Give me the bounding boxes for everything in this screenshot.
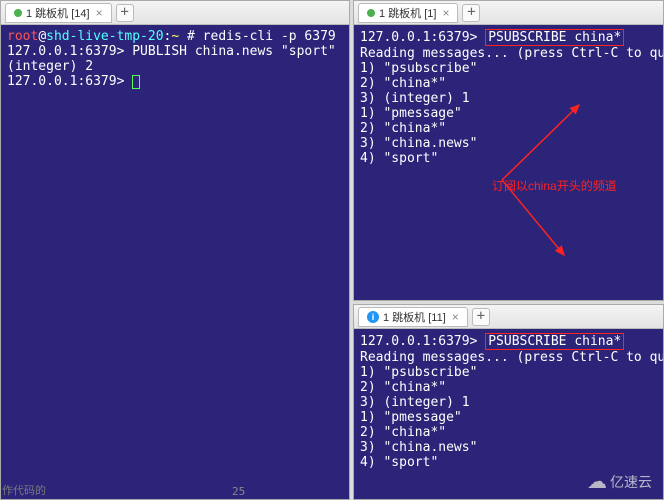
annotation-text: 订阅以china开头的频道 [492,179,617,194]
output-line: 1) "pmessage" [360,410,462,425]
terminal-left[interactable]: root@shd-live-tmp-20:~ # redis-cli -p 63… [1,25,349,499]
output-line: (integer) 2 [7,59,93,74]
footer-text: 作代码的 [2,482,46,498]
highlighted-command: PSUBSCRIBE china* [485,333,624,350]
status-dot-icon [14,9,22,17]
output-line: Reading messages... (press Ctrl-C to qui… [360,46,663,61]
tab-left[interactable]: 1 跳板机 [14] × [5,3,112,23]
redis-prompt: 127.0.0.1:6379> [360,334,485,349]
tab-right-bottom[interactable]: i 1 跳板机 [11] × [358,307,468,327]
close-icon[interactable]: × [442,6,449,20]
footer-number: 25 [232,485,245,498]
output-line: 2) "china*" [360,76,446,91]
output-line: 3) "china.news" [360,136,477,151]
tab-bar-right-top: 1 跳板机 [1] × + [354,1,663,25]
prompt-at: @ [38,29,46,44]
tab-bar-left: 1 跳板机 [14] × + [1,1,349,25]
terminal-pane-right-top: 1 跳板机 [1] × + 127.0.0.1:6379> PSUBSCRIBE… [353,0,664,301]
output-line: 127.0.0.1:6379> PUBLISH china.news "spor… [7,44,336,59]
highlighted-command: PSUBSCRIBE china* [485,29,624,46]
close-icon[interactable]: × [452,310,459,324]
cursor-icon [132,75,140,89]
watermark: ☁ 亿速云 [587,469,652,494]
tab-title: 1 跳板机 [1] [379,5,436,21]
output-line: 3) (integer) 1 [360,395,470,410]
prompt-user: root [7,29,38,44]
output-line: 4) "sport" [360,151,438,166]
redis-prompt: 127.0.0.1:6379> [360,30,485,45]
tab-right-top[interactable]: 1 跳板机 [1] × [358,3,458,23]
prompt-host: shd-live-tmp-20 [46,29,163,44]
output-line: 1) "pmessage" [360,106,462,121]
add-tab-button[interactable]: + [116,4,134,22]
cloud-icon: ☁ [587,469,607,494]
cmd-text: # redis-cli -p 6379 [179,29,336,44]
output-line: 2) "china*" [360,121,446,136]
output-line: 3) "china.news" [360,440,477,455]
terminal-right-top[interactable]: 127.0.0.1:6379> PSUBSCRIBE china* Readin… [354,25,663,300]
tab-title: 1 跳板机 [14] [26,5,90,21]
tab-title: 1 跳板机 [11] [383,309,446,325]
output-line: Reading messages... (press Ctrl-C to qui… [360,350,663,365]
output-line: 1) "psubscribe" [360,365,477,380]
terminal-pane-left: 1 跳板机 [14] × + root@shd-live-tmp-20:~ # … [0,0,350,500]
output-line: 4) "sport" [360,455,438,470]
output-line: 1) "psubscribe" [360,61,477,76]
redis-prompt: 127.0.0.1:6379> [7,74,132,89]
info-dot-icon: i [367,311,379,323]
output-line: 3) (integer) 1 [360,91,470,106]
output-line: 2) "china*" [360,380,446,395]
add-tab-button[interactable]: + [462,4,480,22]
watermark-text: 亿速云 [610,472,652,492]
status-dot-icon [367,9,375,17]
add-tab-button[interactable]: + [472,308,490,326]
tab-bar-right-bottom: i 1 跳板机 [11] × + [354,305,663,329]
close-icon[interactable]: × [96,6,103,20]
output-line: 2) "china*" [360,425,446,440]
